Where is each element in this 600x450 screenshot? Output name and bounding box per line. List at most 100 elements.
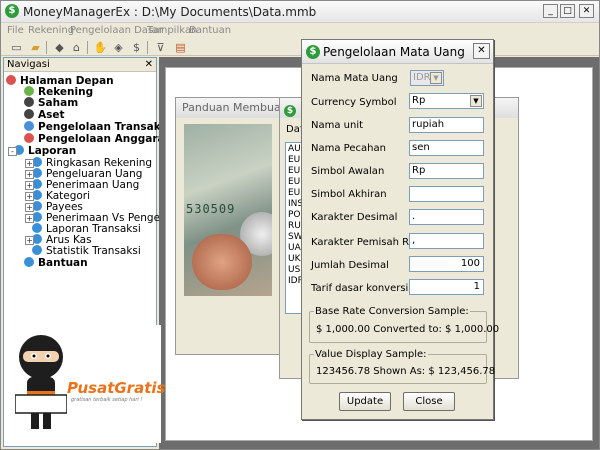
nav-item-label: Bantuan xyxy=(38,257,88,269)
nav-item-icon xyxy=(24,97,34,107)
nav-item-icon xyxy=(24,86,34,96)
menu-bantuan[interactable]: Bantuan xyxy=(189,25,231,36)
group-separator-input[interactable]: , xyxy=(409,233,484,249)
decimal-char-label: Karakter Desimal xyxy=(311,212,398,223)
collapse-icon[interactable]: - xyxy=(8,147,17,156)
navigation-title: Navigasi xyxy=(7,59,50,70)
close-button[interactable]: Close xyxy=(403,392,455,411)
nav-item-icon xyxy=(24,133,34,143)
navigation-header: Navigasi ✕ xyxy=(4,58,156,72)
maximize-button[interactable]: □ xyxy=(560,4,575,18)
nav-item-label: Aset xyxy=(38,109,65,121)
scale-label: Jumlah Desimal xyxy=(311,260,389,271)
currency-symbol-select[interactable]: Rp ▼ xyxy=(409,93,484,109)
dialog-title: Pengelolaan Mata Uang xyxy=(323,45,465,59)
decimal-char-input[interactable]: . xyxy=(409,209,484,225)
expand-icon[interactable]: + xyxy=(25,192,34,201)
toolbar-separator xyxy=(147,41,148,54)
nav-item-icon xyxy=(24,121,34,131)
nav-item-bantuan[interactable]: Bantuan xyxy=(24,257,88,269)
currency-dialog: $ Pengelolaan Mata Uang ✕ Nama Mata Uang… xyxy=(301,39,499,420)
chevron-down-icon[interactable]: ▼ xyxy=(470,95,482,107)
nav-item-label: Pengelolaan Anggaran xyxy=(38,133,173,145)
close-window-button[interactable]: ✕ xyxy=(579,4,594,18)
menu-rekening[interactable]: Rekening xyxy=(28,25,74,36)
new-file-icon[interactable]: ▭ xyxy=(9,40,24,55)
value-display-title: Value Display Sample: xyxy=(314,349,428,360)
main-window: $ MoneyManagerEx : D:\My Documents\Data.… xyxy=(0,0,600,450)
unit-name-input[interactable]: rupiah xyxy=(409,117,484,133)
menu-file[interactable]: File xyxy=(7,25,24,36)
dialog-title-bar: $ Pengelolaan Mata Uang ✕ xyxy=(302,40,493,64)
expand-icon[interactable]: + xyxy=(25,159,34,168)
scale-input[interactable]: 100 xyxy=(409,256,484,272)
close-icon[interactable]: ✕ xyxy=(145,58,153,72)
base-rate-sample: $ 1,000.00 Converted to: $ 1,000.00 xyxy=(316,324,500,335)
nav-item-icon xyxy=(32,223,42,233)
nav-item-icon xyxy=(24,257,34,267)
dialog-close-button[interactable]: ✕ xyxy=(473,43,490,59)
category-icon[interactable]: ◈ xyxy=(111,40,126,55)
app-dollar-icon: $ xyxy=(5,4,19,18)
nav-item-icon xyxy=(6,75,16,85)
value-display-sample: 123456.78 Shown As: $ 123,456.78 xyxy=(316,366,496,377)
update-button[interactable]: Update xyxy=(339,392,391,411)
title-bar: $ MoneyManagerEx : D:\My Documents\Data.… xyxy=(1,1,599,23)
nav-item-aset[interactable]: Aset xyxy=(24,109,65,121)
currency-symbol-value: Rp xyxy=(412,95,426,106)
prefix-symbol-label: Simbol Awalan xyxy=(311,166,385,177)
money-photo: 530509 xyxy=(184,124,272,296)
window-title: MoneyManagerEx : D:\My Documents\Data.mm… xyxy=(23,5,317,19)
expand-icon[interactable]: + xyxy=(25,170,34,179)
toolbar-separator xyxy=(46,41,47,54)
nav-item-pengelolaan-anggaran[interactable]: Pengelolaan Anggaran xyxy=(24,133,172,145)
unit-name-label: Nama unit xyxy=(311,120,364,131)
nav-item-icon xyxy=(24,109,34,119)
currency-symbol-label: Currency Symbol xyxy=(311,97,397,108)
nav-item-label: Laporan xyxy=(28,145,77,157)
nav-item-saham[interactable]: Saham xyxy=(24,97,78,109)
bill-serial: 530509 xyxy=(186,202,236,216)
prefix-symbol-input[interactable]: Rp xyxy=(409,163,484,179)
menu-bar: File Rekening Pengelolaan Dasar Tampilka… xyxy=(1,23,599,39)
filter-icon[interactable]: ⊽ xyxy=(153,40,168,55)
currency-name-value: IDR xyxy=(413,72,431,83)
expand-icon[interactable]: + xyxy=(25,181,34,190)
nav-item-laporan[interactable]: Laporan xyxy=(14,145,76,157)
pusatgratis-logo: PusatGratis gratisan terbaik setiap hari… xyxy=(5,325,165,443)
currency-icon[interactable]: $ xyxy=(129,40,144,55)
base-rate-title: Base Rate Conversion Sample: xyxy=(314,306,470,317)
open-folder-icon[interactable]: ▰ xyxy=(28,40,43,55)
toolbar-separator xyxy=(87,41,88,54)
suffix-symbol-label: Simbol Akhiran xyxy=(311,189,387,200)
toolbar: ▭ ▰ ◆ ⌂ ✋ ◈ $ ⊽ ▤ xyxy=(1,39,599,56)
currency-name-select: IDR ▼ xyxy=(410,70,444,86)
nav-item-label: Saham xyxy=(38,97,79,109)
coin-penny xyxy=(192,234,252,290)
chevron-down-icon: ▼ xyxy=(430,72,442,84)
dollar-icon: $ xyxy=(284,105,296,117)
value-display-group: Value Display Sample: 123456.78 Shown As… xyxy=(309,349,495,384)
suffix-symbol-input[interactable] xyxy=(409,186,484,202)
currency-name-label: Nama Mata Uang xyxy=(311,73,398,84)
new-account-icon[interactable]: ◆ xyxy=(52,40,67,55)
dollar-icon: $ xyxy=(306,45,320,59)
logo-tagline: gratisan terbaik setiap hari ! xyxy=(71,397,143,403)
cents-name-input[interactable]: sen xyxy=(409,140,484,156)
logo-text: PusatGratis xyxy=(67,379,166,397)
nav-item-icon xyxy=(32,245,42,255)
home-icon[interactable]: ⌂ xyxy=(69,40,84,55)
options-icon[interactable]: ▤ xyxy=(173,40,188,55)
expand-icon[interactable]: + xyxy=(25,214,34,223)
expand-icon[interactable]: + xyxy=(25,203,34,212)
minimize-button[interactable]: _ xyxy=(543,4,558,18)
base-rate-group: Base Rate Conversion Sample: $ 1,000.00 … xyxy=(309,306,499,343)
nav-item-label: Statistik Transaksi xyxy=(46,245,141,257)
conversion-rate-label: Tarif dasar konversi xyxy=(311,283,409,294)
ninja-mascot-icon xyxy=(15,335,67,429)
expand-icon[interactable]: + xyxy=(25,236,34,245)
cents-name-label: Nama Pecahan xyxy=(311,143,386,154)
nav-item-statistik-transaksi[interactable]: Statistik Transaksi xyxy=(32,245,141,257)
payee-icon[interactable]: ✋ xyxy=(93,40,108,55)
conversion-rate-input[interactable]: 1 xyxy=(409,279,484,295)
